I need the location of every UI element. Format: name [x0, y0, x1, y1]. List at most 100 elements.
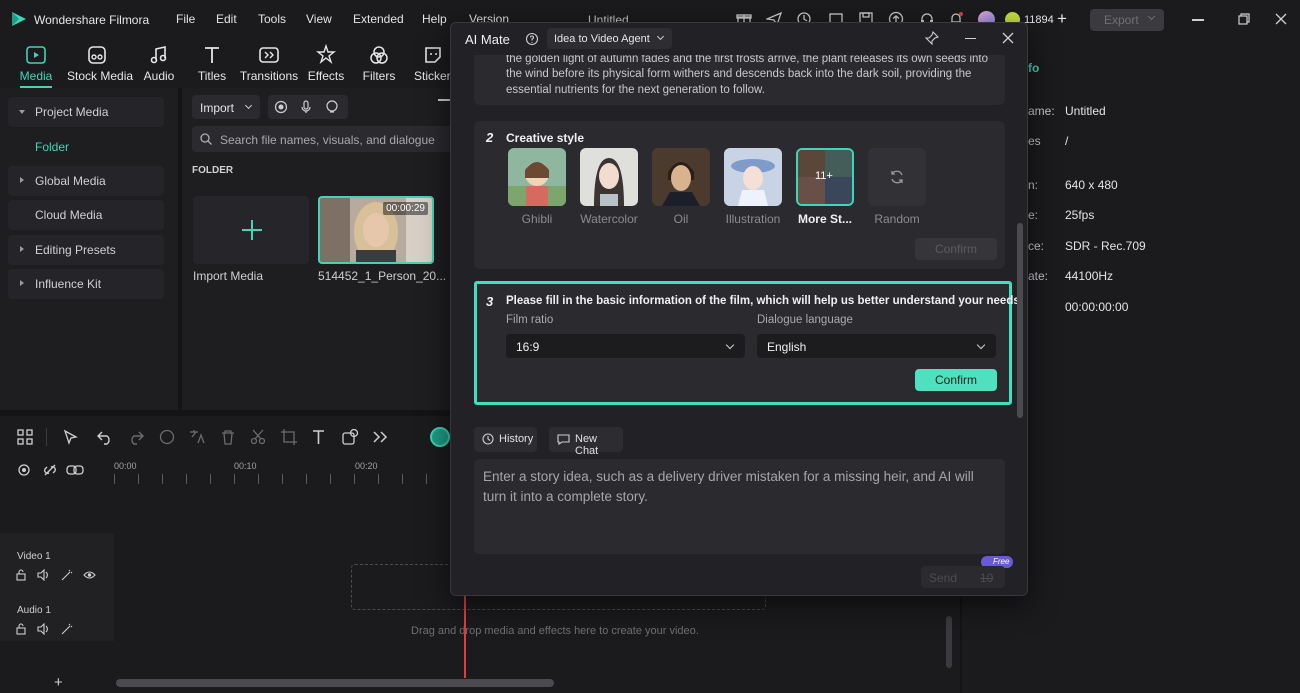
drop-hint: Drag and drop media and effects here to … — [411, 625, 699, 637]
help-icon[interactable] — [525, 32, 539, 46]
sidebar-item-folder[interactable]: Folder — [35, 140, 69, 154]
undo-icon[interactable] — [96, 428, 114, 446]
magic-icon[interactable] — [61, 623, 73, 635]
tab-media[interactable]: Media — [6, 40, 66, 88]
horizontal-scrollbar[interactable] — [116, 679, 554, 687]
tab-filters[interactable]: Filters — [349, 40, 409, 88]
lock-icon[interactable] — [15, 623, 27, 635]
confirm-style-button[interactable]: Confirm — [915, 238, 997, 260]
close-dialog-icon[interactable] — [1002, 32, 1014, 44]
import-dropdown[interactable]: Import — [192, 95, 260, 119]
step-number: 3 — [486, 294, 494, 309]
story-text: the golden light of autumn fades and the… — [506, 55, 988, 96]
style-label: Illustration — [725, 212, 781, 226]
property-value: SDR - Rec.709 — [1065, 239, 1146, 253]
text-tool-icon[interactable] — [310, 428, 328, 446]
media-clip-thumbnail[interactable]: 00:00:29 — [318, 196, 434, 264]
film-ratio-label: Film ratio — [506, 314, 554, 326]
tab-stock-media[interactable]: Stock Media — [67, 40, 133, 88]
tab-titles[interactable]: Titles — [182, 40, 242, 88]
send-button[interactable]: Send 10 — [921, 566, 1005, 588]
microphone-icon[interactable] — [299, 100, 313, 114]
timeline-ruler — [114, 474, 454, 484]
style-watercolor[interactable] — [580, 148, 638, 206]
menu-tools[interactable]: Tools — [258, 12, 286, 26]
sidebar-item-project-media[interactable]: Project Media — [8, 97, 164, 127]
add-track-icon[interactable]: + — [54, 674, 63, 691]
style-oil[interactable] — [652, 148, 710, 206]
grid-icon[interactable] — [16, 428, 34, 446]
shape-icon[interactable] — [341, 428, 359, 446]
sidebar-item-global-media[interactable]: Global Media — [8, 166, 164, 196]
translate-icon[interactable] — [188, 428, 206, 446]
search-input[interactable]: Search file names, visuals, and dialogue — [220, 133, 435, 147]
speaker-icon[interactable] — [37, 569, 50, 581]
export-button[interactable]: Export — [1090, 9, 1164, 31]
sidebar-item-influence-kit[interactable]: Influence Kit — [8, 269, 164, 299]
transitions-icon — [258, 44, 280, 66]
import-media-tile[interactable] — [193, 196, 309, 264]
menu-file[interactable]: File — [176, 12, 195, 26]
record-icon[interactable] — [274, 100, 288, 114]
style-more-styles[interactable]: 11+ — [796, 148, 854, 206]
select-pointer-icon[interactable] — [62, 428, 80, 446]
menu-view[interactable]: View — [306, 12, 332, 26]
track-settings-icon[interactable] — [16, 462, 32, 478]
tab-effects[interactable]: Effects — [296, 40, 356, 88]
stock-media-icon — [86, 44, 108, 66]
delete-icon[interactable] — [219, 428, 237, 446]
speaker-icon[interactable] — [37, 623, 50, 635]
menu-edit[interactable]: Edit — [216, 12, 237, 26]
redo-icon[interactable] — [127, 428, 145, 446]
ruler-tick-2: 00:20 — [355, 461, 378, 471]
add-credits-icon[interactable]: + — [1057, 9, 1067, 29]
search-field[interactable]: Search file names, visuals, and dialogue — [192, 126, 452, 152]
dialogue-language-select[interactable]: English — [757, 334, 996, 358]
style-label: Oil — [673, 212, 689, 226]
confirm-film-info-button[interactable]: Confirm — [915, 369, 997, 391]
eye-icon[interactable] — [83, 570, 96, 580]
unlink-icon[interactable] — [42, 462, 58, 478]
minimize-icon[interactable] — [1192, 19, 1204, 21]
close-window-icon[interactable] — [1275, 13, 1287, 25]
link-icon[interactable] — [66, 462, 84, 478]
vertical-scrollbar[interactable] — [946, 616, 952, 668]
style-label: Ghibli — [521, 212, 553, 226]
folder-heading: FOLDER — [192, 165, 234, 176]
film-ratio-select[interactable]: 16:9 — [506, 334, 745, 358]
more-tools-icon[interactable] — [371, 428, 389, 446]
tab-stickers[interactable]: Stickers — [404, 40, 450, 88]
style-illustration[interactable] — [724, 148, 782, 206]
playhead[interactable] — [464, 596, 466, 678]
tab-transitions[interactable]: Transitions — [239, 40, 299, 88]
sidebar-item-cloud-media[interactable]: Cloud Media — [8, 200, 164, 230]
sidebar-item-editing-presets[interactable]: Editing Presets — [8, 235, 164, 265]
cut-icon[interactable] — [249, 428, 267, 446]
import-label: Import — [200, 101, 235, 115]
history-button[interactable]: History — [474, 427, 537, 452]
mode-dropdown[interactable]: Idea to Video Agent — [547, 28, 672, 49]
chevron-down-icon — [19, 110, 25, 114]
voice-icon[interactable] — [325, 100, 339, 114]
tab-audio[interactable]: Audio — [129, 40, 189, 88]
pin-icon[interactable] — [925, 31, 939, 45]
menu-help[interactable]: Help — [422, 12, 447, 26]
dialog-scrollbar[interactable] — [1017, 223, 1023, 418]
style-ghibli[interactable] — [508, 148, 566, 206]
ai-enhance-icon[interactable] — [158, 428, 176, 446]
menu-extended[interactable]: Extended — [353, 12, 404, 26]
style-random[interactable] — [868, 148, 926, 206]
story-idea-placeholder: Enter a story idea, such as a delivery d… — [483, 469, 974, 504]
restore-icon[interactable] — [1238, 13, 1250, 25]
crop-icon[interactable] — [280, 428, 298, 446]
minimize-dialog-icon[interactable] — [965, 38, 976, 40]
toolbar-divider — [46, 428, 47, 446]
properties-tab[interactable]: fo — [1028, 61, 1039, 75]
magic-icon[interactable] — [61, 569, 73, 581]
ai-mate-icon[interactable] — [430, 427, 450, 447]
chevron-right-icon — [20, 246, 24, 252]
lock-icon[interactable] — [15, 569, 27, 581]
new-chat-button[interactable]: New Chat — [549, 427, 623, 457]
history-label: History — [499, 433, 534, 445]
story-idea-input[interactable]: Enter a story idea, such as a delivery d… — [474, 459, 1005, 554]
